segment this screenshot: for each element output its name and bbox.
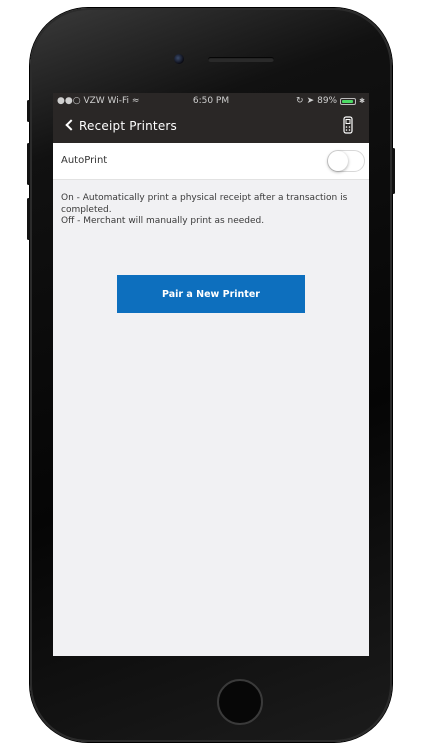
description-on: On - Automatically print a physical rece… — [61, 193, 348, 215]
earpiece-speaker — [208, 57, 274, 62]
orientation-lock-icon: ↻ — [296, 96, 304, 106]
battery-fill — [342, 99, 353, 103]
status-right: ↻ ➤ 89% ✱ — [296, 93, 365, 109]
power-button — [392, 148, 395, 194]
status-bar: ●●○ VZW Wi-Fi ≈ 6:50 PM ↻ ➤ 89% ✱ — [53, 93, 369, 109]
location-icon: ➤ — [306, 96, 315, 106]
autoprint-row: AutoPrint — [53, 143, 369, 180]
autoprint-label: AutoPrint — [61, 155, 108, 166]
autoprint-description: On - Automatically print a physical rece… — [61, 193, 351, 228]
home-button[interactable] — [217, 679, 263, 725]
battery-percent: 89% — [317, 96, 338, 106]
page-title: Receipt Printers — [79, 119, 178, 133]
pair-printer-button[interactable]: Pair a New Printer — [117, 275, 305, 313]
battery-icon — [340, 97, 357, 105]
nav-bar: Receipt Printers — [53, 109, 369, 143]
volume-down-button — [27, 198, 30, 240]
autoprint-toggle[interactable] — [327, 150, 365, 172]
card-reader-icon[interactable] — [343, 116, 353, 134]
toggle-knob — [328, 151, 348, 171]
description-off: Off - Merchant will manually print as ne… — [61, 216, 265, 226]
charging-icon: ✱ — [359, 97, 365, 105]
back-button[interactable]: Receipt Printers — [53, 109, 193, 143]
front-camera — [174, 54, 184, 64]
app-screen: ●●○ VZW Wi-Fi ≈ 6:50 PM ↻ ➤ 89% ✱ Receip… — [53, 93, 369, 656]
volume-up-button — [27, 143, 30, 185]
chevron-left-icon — [65, 119, 77, 131]
silent-switch — [27, 100, 30, 122]
